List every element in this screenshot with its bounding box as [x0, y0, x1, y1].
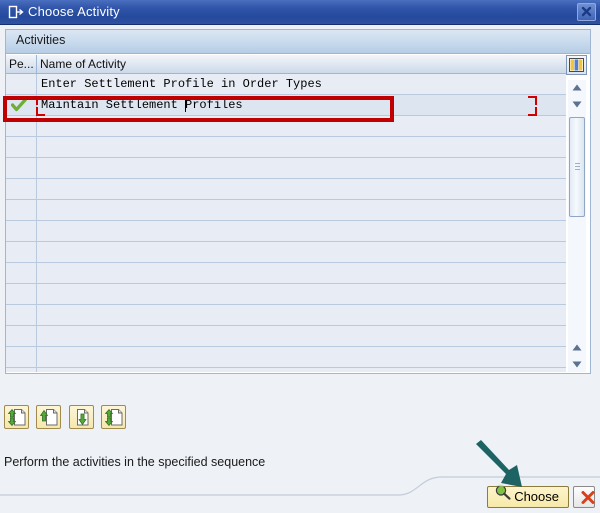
row-activity-name	[37, 305, 566, 325]
expand-collapse-all-button[interactable]	[4, 405, 29, 429]
row-status-cell	[6, 158, 37, 178]
selection-corner-marker	[36, 107, 45, 116]
row-status-cell	[6, 74, 37, 94]
cancel-x-icon	[581, 491, 595, 504]
row-status-cell	[6, 326, 37, 346]
row-activity-name	[37, 116, 566, 136]
column-config-icon[interactable]	[566, 55, 587, 75]
row-status-cell	[6, 242, 37, 262]
text-cursor	[185, 99, 187, 112]
row-activity-name: Enter Settlement Profile in Order Types	[41, 77, 322, 91]
row-activity-name	[37, 242, 566, 262]
row-activity-name	[37, 347, 566, 367]
vertical-scrollbar[interactable]	[568, 80, 586, 372]
row-status-cell	[6, 95, 37, 115]
scroll-up-icon[interactable]	[568, 80, 586, 95]
table-row[interactable]: Maintain Settlement Profiles	[6, 95, 566, 116]
row-status-cell	[6, 305, 37, 325]
table-row[interactable]	[6, 242, 566, 263]
column-header-pe[interactable]: Pe...	[6, 55, 37, 73]
expand-node-button[interactable]	[68, 405, 94, 429]
row-activity-name	[37, 137, 566, 157]
column-header-name[interactable]: Name of Activity	[37, 55, 566, 73]
table-row[interactable]	[6, 221, 566, 242]
dialog-title: Choose Activity	[28, 4, 120, 19]
row-status-cell	[6, 368, 37, 372]
magnifier-icon	[494, 484, 511, 505]
doc-up-down-icon	[105, 408, 123, 427]
row-activity-name	[37, 158, 566, 178]
row-status-cell	[6, 284, 37, 304]
row-activity-name	[37, 200, 566, 220]
page-down-icon[interactable]	[568, 357, 586, 372]
row-activity-name	[37, 263, 566, 283]
table-rows: Enter Settlement Profile in Order Types M…	[6, 74, 566, 372]
table-row[interactable]	[6, 158, 566, 179]
row-status-cell	[6, 221, 37, 241]
scrollbar-grip-icon	[575, 163, 580, 172]
scroll-down-icon[interactable]	[568, 97, 586, 112]
table-row[interactable]	[6, 326, 566, 347]
scrollbar-thumb[interactable]	[569, 117, 585, 217]
table-row[interactable]	[6, 368, 566, 372]
exit-door-icon	[8, 4, 24, 20]
table-row[interactable]	[6, 347, 566, 368]
group-header-label: Activities	[16, 33, 66, 47]
row-status-cell	[6, 263, 37, 283]
page-up-icon[interactable]	[568, 340, 586, 355]
table-row[interactable]	[6, 137, 566, 158]
row-activity-name	[37, 368, 566, 372]
selection-corner-marker	[36, 96, 45, 105]
table-row[interactable]	[6, 263, 566, 284]
table-row[interactable]	[6, 284, 566, 305]
row-status-cell	[6, 116, 37, 136]
activities-toolbar	[4, 405, 129, 429]
collapse-node-button[interactable]	[36, 405, 62, 429]
expand-all-button[interactable]	[101, 405, 127, 429]
row-activity-name	[37, 221, 566, 241]
footer-hint-text: Perform the activities in the specified …	[4, 455, 266, 469]
activities-group-header: Activities	[6, 30, 590, 54]
selection-corner-marker	[528, 107, 537, 116]
table-row[interactable]	[6, 179, 566, 200]
doc-up-icon	[40, 409, 58, 426]
table-row[interactable]	[6, 200, 566, 221]
table-row[interactable]	[6, 305, 566, 326]
table-column-header: Pe... Name of Activity	[6, 55, 566, 74]
doc-up-down-icon	[8, 408, 26, 427]
doc-down-icon	[76, 409, 89, 426]
choose-activity-dialog: Choose Activity Activities Pe... Name of…	[0, 0, 600, 513]
row-status-cell	[6, 179, 37, 199]
selection-corner-marker	[528, 96, 537, 105]
activities-table: Pe... Name of Activity Enter Settlement …	[6, 55, 566, 372]
row-activity-name	[37, 179, 566, 199]
dialog-titlebar: Choose Activity	[0, 0, 600, 25]
row-status-cell	[6, 137, 37, 157]
cancel-button[interactable]	[573, 486, 595, 508]
row-status-cell	[6, 200, 37, 220]
table-row[interactable]: Enter Settlement Profile in Order Types	[6, 74, 566, 95]
checkmark-icon	[10, 97, 28, 112]
close-x-icon[interactable]	[577, 3, 596, 21]
row-activity-name	[37, 326, 566, 346]
row-activity-name	[37, 284, 566, 304]
row-status-cell	[6, 347, 37, 367]
row-activity-name: Maintain Settlement Profiles	[41, 98, 243, 112]
table-row[interactable]	[6, 116, 566, 137]
